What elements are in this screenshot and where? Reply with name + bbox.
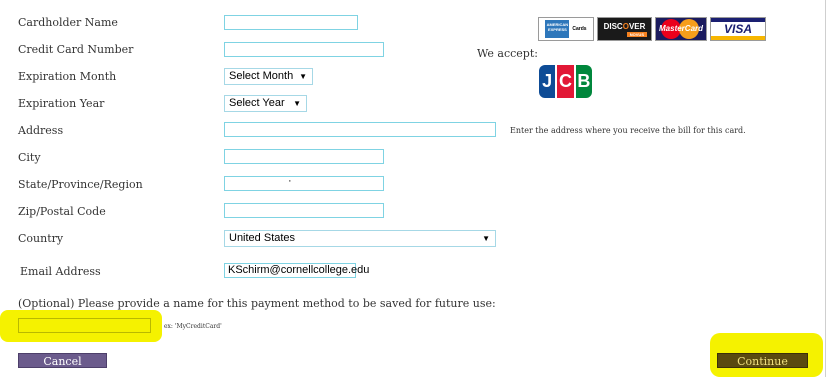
dropdown-arrow-icon: ▼ bbox=[299, 72, 307, 81]
save-method-prompt: (Optional) Please provide a name for thi… bbox=[18, 297, 496, 310]
continue-button[interactable]: Continue bbox=[717, 353, 808, 368]
state-input[interactable]: · bbox=[224, 176, 384, 191]
card-number-input[interactable] bbox=[224, 42, 384, 57]
discover-card-icon: DISCOVER NOVUS bbox=[597, 17, 652, 41]
city-label: City bbox=[18, 151, 41, 164]
email-input[interactable]: KSchirm@cornellcollege.edu bbox=[224, 263, 369, 278]
country-label: Country bbox=[18, 232, 64, 245]
mastercard-text: MasterCard bbox=[659, 24, 704, 33]
address-help-text: Enter the address where you receive the … bbox=[510, 126, 746, 135]
visa-text: VISA bbox=[723, 22, 752, 36]
exp-month-value: Select Month bbox=[229, 70, 294, 82]
we-accept-label: We accept: bbox=[477, 47, 538, 60]
exp-month-select[interactable]: Select Month ▼ bbox=[224, 68, 313, 85]
card-number-label: Credit Card Number bbox=[18, 43, 134, 56]
country-select[interactable]: United States ▼ bbox=[224, 230, 496, 247]
payment-method-name-input[interactable] bbox=[18, 318, 151, 333]
cardholder-name-input[interactable] bbox=[224, 15, 358, 30]
zip-label: Zip/Postal Code bbox=[18, 205, 106, 218]
exp-month-label: Expiration Month bbox=[18, 70, 117, 83]
exp-year-label: Expiration Year bbox=[18, 97, 105, 110]
dropdown-arrow-icon: ▼ bbox=[293, 99, 301, 108]
exp-year-select[interactable]: Select Year ▼ bbox=[224, 95, 307, 112]
amex-card-icon: AMERICAN EXPRESS Cards bbox=[538, 17, 594, 41]
novus-text: NOVUS bbox=[626, 31, 647, 37]
cardholder-name-label: Cardholder Name bbox=[18, 16, 118, 29]
exp-year-value: Select Year bbox=[229, 97, 285, 109]
jcb-c-block: C bbox=[557, 65, 574, 98]
visa-bottom-stripe bbox=[711, 36, 765, 40]
jcb-card-icon: J C B bbox=[539, 65, 592, 98]
discover-text: DISCOVER bbox=[603, 21, 646, 31]
jcb-j-block: J bbox=[539, 65, 556, 98]
zip-input[interactable] bbox=[224, 203, 384, 218]
visa-card-icon: VISA bbox=[710, 17, 766, 41]
email-label: Email Address bbox=[20, 265, 101, 278]
mastercard-icon: MasterCard bbox=[655, 17, 707, 41]
dropdown-arrow-icon: ▼ bbox=[482, 234, 490, 243]
cancel-button[interactable]: Cancel bbox=[18, 353, 107, 368]
amex-cards-text: Cards bbox=[572, 26, 587, 32]
country-value: United States bbox=[229, 232, 296, 244]
address-input[interactable] bbox=[224, 122, 496, 137]
mastercard-logo: MasterCard bbox=[659, 19, 703, 39]
city-input[interactable] bbox=[224, 149, 384, 164]
state-label: State/Province/Region bbox=[18, 178, 143, 191]
address-label: Address bbox=[18, 124, 64, 137]
amex-logo-mark: AMERICAN EXPRESS bbox=[545, 20, 570, 38]
jcb-b-block: B bbox=[575, 65, 592, 98]
example-hint: ex: 'MyCreditCard' bbox=[164, 323, 222, 330]
